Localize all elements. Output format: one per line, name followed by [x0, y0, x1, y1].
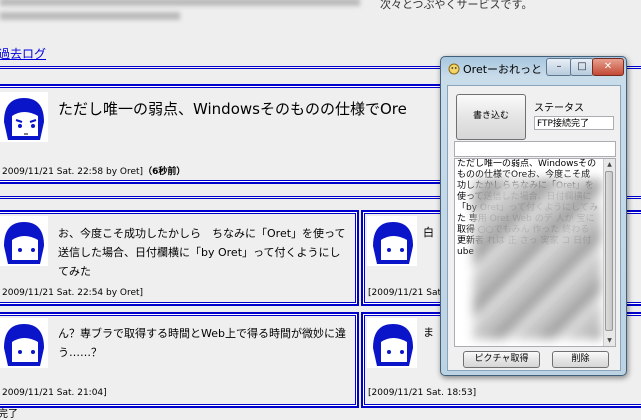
avatar	[0, 92, 48, 142]
avatar	[367, 216, 417, 266]
message-input[interactable]	[454, 141, 616, 157]
status-label: ステータス	[534, 103, 584, 114]
post: ん？専ブラで取得する時間とWeb上で得る時間が微妙に違う……？ 2009/11/…	[0, 312, 359, 408]
avatar	[367, 318, 417, 368]
delete-button[interactable]: 削除	[552, 351, 609, 368]
post-text: ま	[423, 326, 434, 339]
post-text: ただし唯一の弱点、Windowsそのものの仕様でOre	[58, 100, 407, 118]
post-meta: 2009/11/21 Sat. 21:04]	[2, 388, 107, 398]
close-button[interactable]: ✕	[592, 58, 624, 76]
post-date: 2009/11/21 Sat. 22:58 by Oret]	[2, 167, 144, 177]
past-log-link[interactable]: 過去ログ	[0, 45, 46, 62]
scroll-thumb[interactable]	[605, 171, 613, 331]
window-client: 書き込む ステータス FTP接続完了 ただし唯一の弱点、Windowsそのものの…	[447, 85, 621, 371]
scroll-down-icon[interactable]: ▼	[604, 335, 615, 346]
blur-mask	[473, 179, 601, 339]
post-text: 白	[423, 226, 434, 239]
post: お、今度こそ成功したかしら ちなみに「Oret」を使って送信した場合、日付欄横に…	[0, 210, 359, 306]
window-title: Oretーおれっと	[463, 63, 543, 76]
status-field: FTP接続完了	[534, 116, 614, 130]
write-button[interactable]: 書き込む	[456, 94, 526, 140]
post-meta: [2009/11/21 Sat. 18:53]	[368, 388, 477, 398]
avatar	[0, 216, 48, 266]
post-meta: [2009/11/21 Sat	[368, 288, 442, 298]
maximize-button[interactable]: □	[570, 58, 594, 76]
page-status: 完了	[0, 409, 18, 420]
post-text: お、今度こそ成功したかしら ちなみに「Oret」を使って送信した場合、日付欄横に…	[58, 227, 346, 278]
log-textarea[interactable]: ただし唯一の弱点、Windowsそのものの仕様でOreお、今度こそ成功したかしら…	[454, 158, 616, 347]
intro-text: 次々とつぶやくサービスです。	[0, 0, 641, 44]
post-meta: 2009/11/21 Sat. 22:54 by Oret]	[2, 288, 144, 298]
avatar	[0, 318, 48, 368]
blurred-line	[0, 0, 360, 6]
post-text: ん？専ブラで取得する時間とWeb上で得る時間が微妙に違う……？	[58, 327, 346, 359]
capture-picture-button[interactable]: ピクチャ取得	[463, 351, 540, 368]
minimize-button[interactable]: –	[546, 58, 572, 76]
intro-tail: 次々とつぶやくサービスです。	[380, 0, 533, 11]
post-meta: 2009/11/21 Sat. 22:58 by Oret]（6秒前）	[2, 164, 185, 177]
oret-window: Oretーおれっと – □ ✕ 書き込む ステータス FTP接続完了 ただし唯一…	[440, 56, 627, 376]
post-ago: （6秒前）	[143, 167, 186, 177]
blurred-line	[0, 12, 180, 20]
title-bar[interactable]: Oretーおれっと – □ ✕	[441, 57, 626, 81]
post: ただし唯一の弱点、Windowsそのものの仕様でOre 2009/11/21 S…	[0, 84, 450, 184]
scroll-up-icon[interactable]: ▲	[604, 159, 615, 170]
app-icon	[448, 63, 460, 75]
scrollbar[interactable]: ▲ ▼	[603, 159, 615, 346]
